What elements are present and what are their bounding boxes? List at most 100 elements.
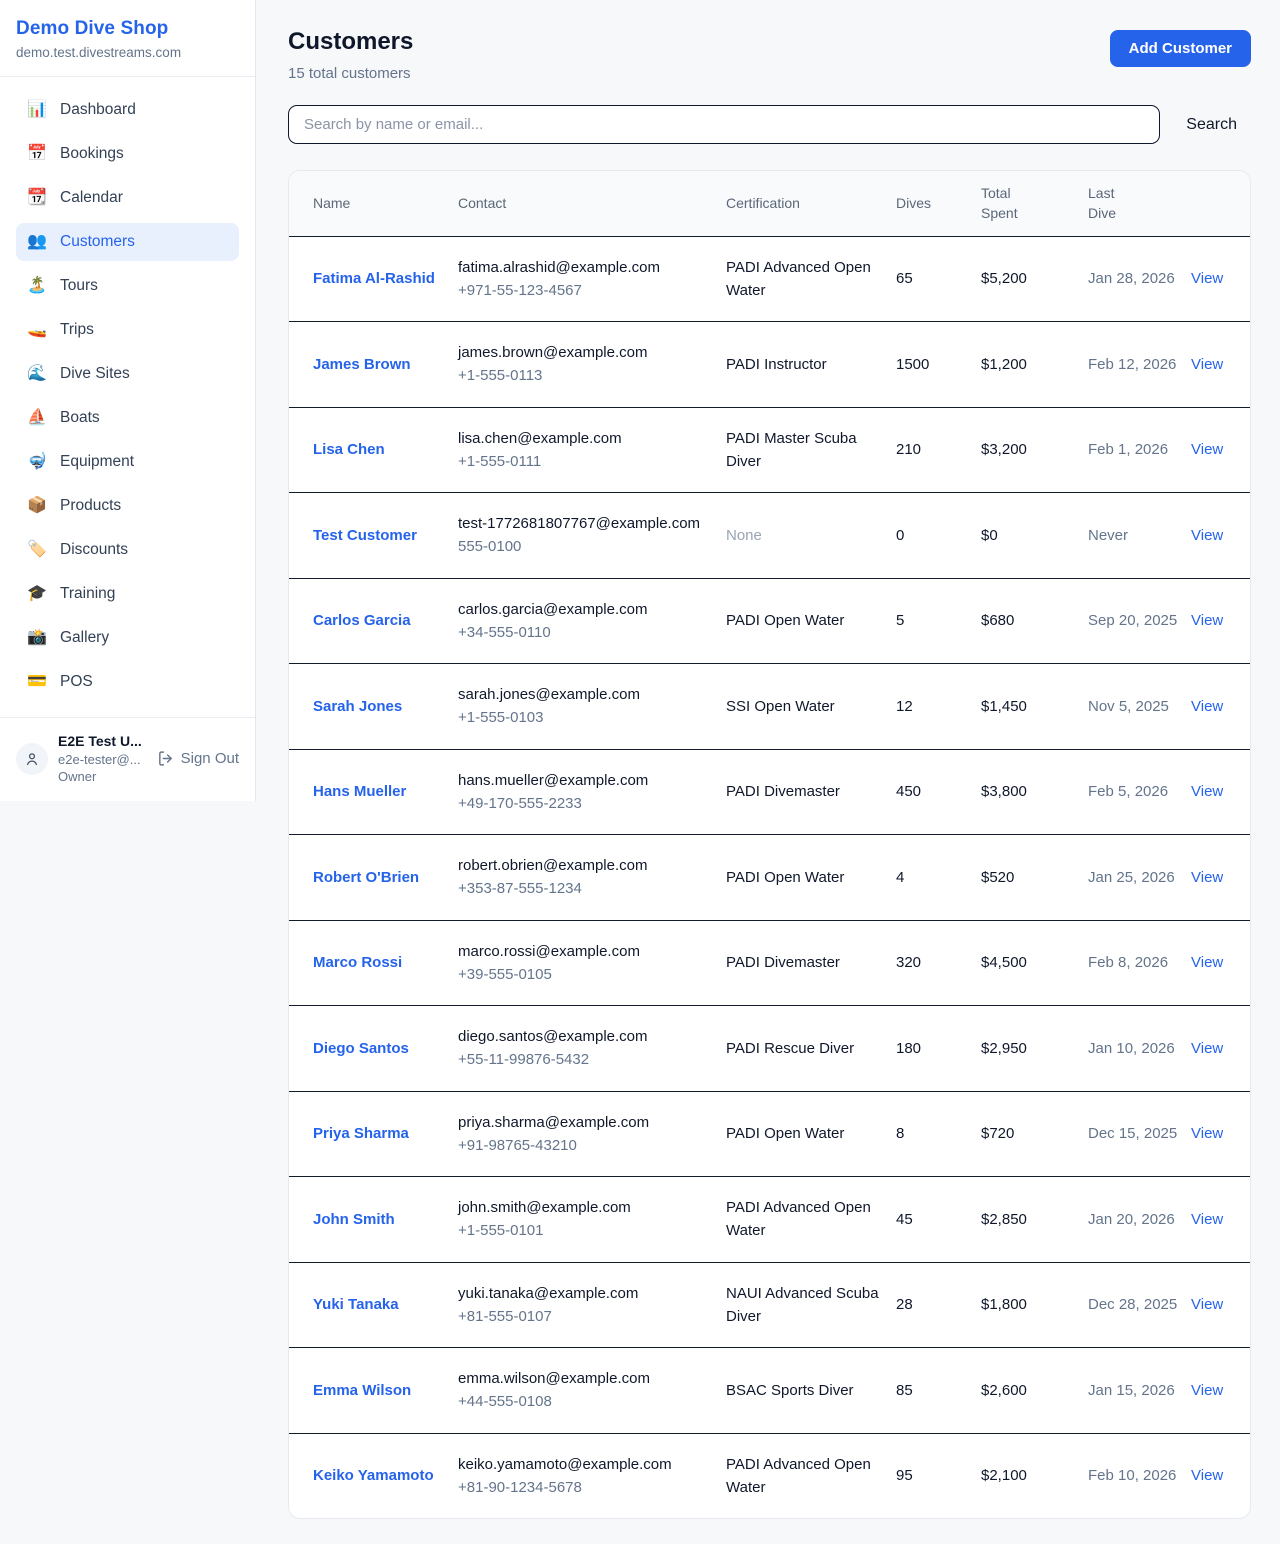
customer-dives: 45 — [896, 1189, 981, 1250]
search-button[interactable]: Search — [1172, 108, 1251, 142]
customer-phone: +971-55-123-4567 — [458, 279, 714, 302]
customer-name-link[interactable]: Hans Mueller — [313, 783, 406, 800]
view-link[interactable]: View — [1191, 356, 1223, 373]
user-email: e2e-tester@... — [58, 751, 147, 769]
customer-dives: 5 — [896, 590, 981, 651]
view-link[interactable]: View — [1191, 698, 1223, 715]
sidebar-item-boats[interactable]: ⛵ Boats — [16, 399, 239, 437]
view-link[interactable]: View — [1191, 954, 1223, 971]
sidebar-item-calendar[interactable]: 📆 Calendar — [16, 179, 239, 217]
sidebar-item-gallery[interactable]: 📸 Gallery — [16, 619, 239, 657]
view-link[interactable]: View — [1191, 1211, 1223, 1228]
view-link[interactable]: View — [1191, 612, 1223, 629]
customer-name-link[interactable]: John Smith — [313, 1211, 395, 1228]
table-row: Marco Rossi marco.rossi@example.com +39-… — [289, 920, 1250, 1006]
customer-certification: PADI Divemaster — [726, 761, 896, 822]
customer-name-link[interactable]: James Brown — [313, 356, 411, 373]
credit-card-icon: 💳 — [27, 674, 47, 690]
customer-email: john.smith@example.com — [458, 1196, 714, 1219]
customer-name-link[interactable]: Test Customer — [313, 527, 417, 544]
column-header-name: Name — [313, 172, 458, 234]
user-info: E2E Test U... e2e-tester@... Owner — [58, 732, 147, 786]
sidebar-item-label: Gallery — [60, 629, 109, 647]
customer-name-link[interactable]: Lisa Chen — [313, 441, 385, 458]
sidebar-item-label: Bookings — [60, 145, 124, 163]
customer-email: diego.santos@example.com — [458, 1025, 714, 1048]
customer-dives: 8 — [896, 1103, 981, 1164]
view-link[interactable]: View — [1191, 869, 1223, 886]
customer-dives: 95 — [896, 1445, 981, 1506]
user-footer: E2E Test U... e2e-tester@... Owner Sign … — [0, 717, 255, 802]
customer-name-link[interactable]: Carlos Garcia — [313, 612, 411, 629]
customer-total-spent: $3,800 — [981, 761, 1088, 822]
customer-email: marco.rossi@example.com — [458, 940, 714, 963]
view-link[interactable]: View — [1191, 1467, 1223, 1484]
sidebar-item-tours[interactable]: 🏝️ Tours — [16, 267, 239, 305]
sidebar-item-label: Dashboard — [60, 101, 136, 119]
customer-phone: +353-87-555-1234 — [458, 877, 714, 900]
sidebar-item-products[interactable]: 📦 Products — [16, 487, 239, 525]
customer-count: 15 total customers — [288, 65, 413, 82]
customer-name-link[interactable]: Diego Santos — [313, 1040, 409, 1057]
customer-name-link[interactable]: Fatima Al-Rashid — [313, 270, 435, 287]
view-link[interactable]: View — [1191, 527, 1223, 544]
customer-name-link[interactable]: Marco Rossi — [313, 954, 402, 971]
customer-dives: 28 — [896, 1274, 981, 1335]
sidebar-item-pos[interactable]: 💳 POS — [16, 663, 239, 701]
table-row: Diego Santos diego.santos@example.com +5… — [289, 1005, 1250, 1091]
view-link[interactable]: View — [1191, 1382, 1223, 1399]
customer-name-link[interactable]: Robert O'Brien — [313, 869, 419, 886]
sidebar-item-trips[interactable]: 🚤 Trips — [16, 311, 239, 349]
table-row: Priya Sharma priya.sharma@example.com +9… — [289, 1091, 1250, 1177]
sidebar-item-customers[interactable]: 👥 Customers — [16, 223, 239, 261]
customer-phone: +39-555-0105 — [458, 963, 714, 986]
customer-name-link[interactable]: Sarah Jones — [313, 698, 402, 715]
sidebar-item-training[interactable]: 🎓 Training — [16, 575, 239, 613]
search-input[interactable] — [288, 105, 1160, 144]
customer-email: james.brown@example.com — [458, 341, 714, 364]
customer-name-link[interactable]: Yuki Tanaka — [313, 1296, 399, 1313]
sign-out-button[interactable]: Sign Out — [157, 750, 239, 767]
table-row: Emma Wilson emma.wilson@example.com +44-… — [289, 1347, 1250, 1433]
add-customer-button[interactable]: Add Customer — [1110, 30, 1251, 67]
customer-last-dive: Dec 15, 2025 — [1088, 1103, 1191, 1164]
graduation-cap-icon: 🎓 — [27, 586, 47, 602]
customer-total-spent: $2,100 — [981, 1445, 1088, 1506]
sidebar-item-dive-sites[interactable]: 🌊 Dive Sites — [16, 355, 239, 393]
sidebar-item-equipment[interactable]: 🤿 Equipment — [16, 443, 239, 481]
bar-chart-icon: 📊 — [27, 102, 47, 118]
customer-name-link[interactable]: Emma Wilson — [313, 1382, 411, 1399]
column-header-contact: Contact — [458, 172, 726, 234]
customer-certification: PADI Advanced Open Water — [726, 1177, 896, 1262]
tear-calendar-icon: 📆 — [27, 190, 47, 206]
table-row: Yuki Tanaka yuki.tanaka@example.com +81-… — [289, 1262, 1250, 1348]
customer-last-dive: Sep 20, 2025 — [1088, 590, 1191, 651]
customer-phone: +1-555-0113 — [458, 364, 714, 387]
view-link[interactable]: View — [1191, 270, 1223, 287]
customer-certification: PADI Instructor — [726, 334, 896, 395]
view-link[interactable]: View — [1191, 441, 1223, 458]
customer-total-spent: $520 — [981, 847, 1088, 908]
table-row: Fatima Al-Rashid fatima.alrashid@example… — [289, 237, 1250, 322]
view-link[interactable]: View — [1191, 1296, 1223, 1313]
view-link[interactable]: View — [1191, 1040, 1223, 1057]
sidebar-item-dashboard[interactable]: 📊 Dashboard — [16, 91, 239, 129]
table-row: John Smith john.smith@example.com +1-555… — [289, 1176, 1250, 1262]
view-link[interactable]: View — [1191, 1125, 1223, 1142]
column-header-certification: Certification — [726, 172, 896, 234]
customer-phone: +81-90-1234-5678 — [458, 1476, 714, 1499]
customer-certification: PADI Advanced Open Water — [726, 1434, 896, 1519]
customer-email: priya.sharma@example.com — [458, 1111, 714, 1134]
customer-dives: 1500 — [896, 334, 981, 395]
customer-name-link[interactable]: Keiko Yamamoto — [313, 1467, 434, 1484]
page-title: Customers — [288, 28, 413, 56]
customer-phone: 555-0100 — [458, 535, 714, 558]
sidebar-item-discounts[interactable]: 🏷️ Discounts — [16, 531, 239, 569]
sidebar-item-bookings[interactable]: 📅 Bookings — [16, 135, 239, 173]
customer-certification: PADI Rescue Diver — [726, 1018, 896, 1079]
main-content: Customers 15 total customers Add Custome… — [256, 0, 1280, 1544]
customer-name-link[interactable]: Priya Sharma — [313, 1125, 409, 1142]
wave-icon: 🌊 — [27, 366, 47, 382]
table-body: Fatima Al-Rashid fatima.alrashid@example… — [289, 237, 1250, 1519]
view-link[interactable]: View — [1191, 783, 1223, 800]
